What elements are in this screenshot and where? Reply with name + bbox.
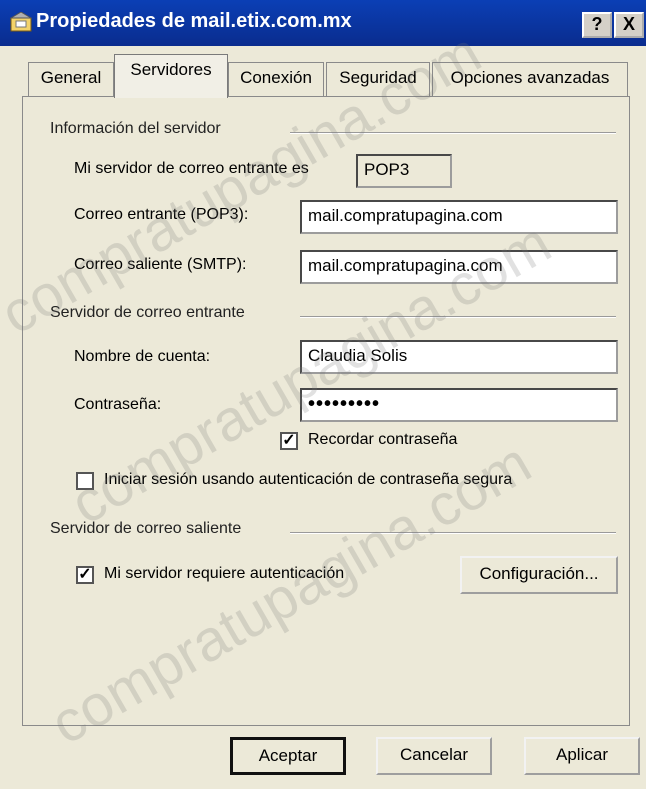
group-title: Servidor de correo entrante xyxy=(50,304,245,321)
group-title: Información del servidor xyxy=(50,120,221,137)
tab-servidores[interactable]: Servidores xyxy=(114,54,228,98)
password-label: Contraseña: xyxy=(74,396,162,413)
password-input[interactable]: ••••••••• xyxy=(300,388,618,422)
group-title: Servidor de correo saliente xyxy=(50,520,242,537)
cancel-button[interactable]: Cancelar xyxy=(376,737,492,775)
tab-conexion[interactable]: Conexión xyxy=(228,62,324,96)
outgoing-server-group: Servidor de correo saliente xyxy=(50,520,616,544)
tab-strip: General Servidores Conexión Seguridad Op… xyxy=(0,50,646,98)
group-divider xyxy=(300,316,616,318)
outgoing-server-label: Correo saliente (SMTP): xyxy=(74,256,247,273)
window-title: Propiedades de mail.etix.com.mx xyxy=(36,10,352,32)
close-button[interactable]: X xyxy=(614,12,644,38)
requires-auth-label[interactable]: Mi servidor requiere autenticación xyxy=(104,565,344,583)
settings-button[interactable]: Configuración... xyxy=(460,556,618,594)
account-name-input[interactable]: Claudia Solis xyxy=(300,340,618,374)
mail-properties-icon xyxy=(9,11,33,32)
group-divider xyxy=(290,532,616,534)
incoming-type-label: Mi servidor de correo entrante es xyxy=(74,160,309,177)
secure-auth-label[interactable]: Iniciar sesión usando autenticación de c… xyxy=(104,471,512,489)
incoming-server-label: Correo entrante (POP3): xyxy=(74,206,249,223)
ok-button[interactable]: Aceptar xyxy=(230,737,346,775)
apply-button[interactable]: Aplicar xyxy=(524,737,640,775)
tab-seguridad[interactable]: Seguridad xyxy=(326,62,430,96)
server-info-group: Información del servidor xyxy=(50,120,616,144)
remember-password-checkbox[interactable]: ✓ xyxy=(280,432,298,450)
secure-auth-checkbox[interactable] xyxy=(76,472,94,490)
incoming-type-field: POP3 xyxy=(356,154,452,188)
account-name-label: Nombre de cuenta: xyxy=(74,348,211,365)
outgoing-server-input[interactable]: mail.compratupagina.com xyxy=(300,250,618,284)
help-button[interactable]: ? xyxy=(582,12,612,38)
remember-password-label[interactable]: Recordar contraseña xyxy=(308,431,457,449)
title-bar[interactable]: Propiedades de mail.etix.com.mx ? X xyxy=(0,0,646,46)
group-divider xyxy=(290,132,616,134)
incoming-server-input[interactable]: mail.compratupagina.com xyxy=(300,200,618,234)
tab-opciones-avanzadas[interactable]: Opciones avanzadas xyxy=(432,62,628,96)
tab-general[interactable]: General xyxy=(28,62,114,96)
incoming-server-group: Servidor de correo entrante xyxy=(50,304,616,328)
requires-auth-checkbox[interactable]: ✓ xyxy=(76,566,94,584)
